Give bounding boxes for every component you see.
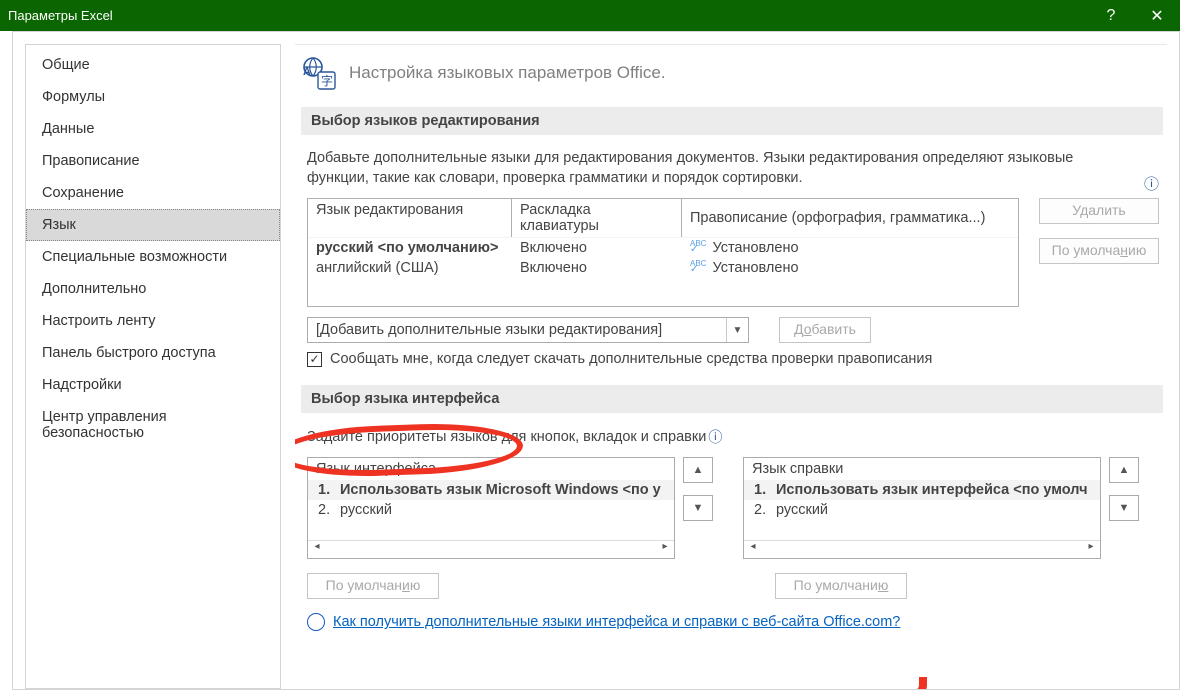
cell-lang: английский (США): [308, 258, 512, 278]
main-panel: 字 A Настройка языковых параметров Office…: [295, 44, 1167, 689]
list-item[interactable]: 1.Использовать язык Microsoft Windows <п…: [308, 480, 674, 500]
cell-lang: русский <по умолчанию>: [308, 238, 512, 258]
info-icon[interactable]: ⓘ: [708, 427, 722, 447]
sidebar-item[interactable]: Специальные возможности: [26, 241, 280, 273]
close-button[interactable]: ✕: [1134, 0, 1180, 31]
sidebar-item[interactable]: Центр управления безопасностью: [26, 401, 280, 449]
sidebar-item[interactable]: Правописание: [26, 145, 280, 177]
list-item[interactable]: 2.русский: [308, 500, 674, 520]
table-buttons: Удалить По умолчанию: [1039, 198, 1159, 307]
set-default-button[interactable]: По умолчанию: [1039, 238, 1159, 264]
spellcheck-icon: ABC: [690, 241, 706, 253]
page-title: Настройка языковых параметров Office.: [349, 63, 666, 83]
titlebar: Параметры Excel ? ✕: [0, 0, 1180, 31]
hscroll[interactable]: ◂▸: [308, 540, 674, 558]
sidebar-item[interactable]: Панель быстрого доступа: [26, 337, 280, 369]
edit-lang-table-wrap: Язык редактирования Раскладка клавиатуры…: [307, 198, 1163, 307]
add-button[interactable]: Добавить: [779, 317, 871, 343]
cell-spell: ABCУстановлено: [682, 258, 1018, 278]
reorder-buttons: ▲ ▼: [1109, 457, 1139, 559]
list-body: 1.Использовать язык интерфейса <по умолч…: [744, 480, 1100, 520]
hscroll[interactable]: ◂▸: [744, 540, 1100, 558]
cell-layout: Включено: [512, 238, 682, 258]
more-languages-link[interactable]: Как получить дополнительные языки интерф…: [333, 614, 900, 630]
list-item[interactable]: 2.русский: [744, 500, 1100, 520]
more-languages-link-row: Как получить дополнительные языки интерф…: [307, 613, 1163, 631]
sidebar-item[interactable]: Надстройки: [26, 369, 280, 401]
help-lang-list[interactable]: Язык справки 1.Использовать язык интерфе…: [743, 457, 1101, 559]
col-layout: Раскладка клавиатуры: [512, 199, 682, 237]
table-row[interactable]: английский (США)ВключеноABCУстановлено: [308, 258, 1018, 278]
checkbox-icon[interactable]: ✓: [307, 352, 322, 367]
annotation-underline-tail: [905, 677, 927, 689]
info-icon[interactable]: ⓘ: [1144, 173, 1159, 194]
list-head: Язык интерфейса: [308, 458, 674, 480]
edit-languages-desc: Добавьте дополнительные языки для редакт…: [307, 149, 1127, 188]
checkbox-label: Сообщать мне, когда следует скачать допо…: [330, 351, 932, 367]
sidebar-item[interactable]: Настроить ленту: [26, 305, 280, 337]
ui-language-lists: Язык интерфейса 1.Использовать язык Micr…: [307, 457, 1163, 559]
chevron-down-icon[interactable]: ▼: [726, 318, 748, 342]
move-up-button[interactable]: ▲: [683, 457, 713, 483]
combo-text: [Добавить дополнительные языки редактиро…: [308, 322, 726, 338]
list-head: Язык справки: [744, 458, 1100, 480]
display-lang-col: Язык интерфейса 1.Использовать язык Micr…: [307, 457, 713, 559]
table-row[interactable]: русский <по умолчанию>ВключеноABCУстанов…: [308, 238, 1018, 258]
list-item[interactable]: 1.Использовать язык интерфейса <по умолч: [744, 480, 1100, 500]
add-language-combo[interactable]: [Добавить дополнительные языки редактиро…: [307, 317, 749, 343]
reorder-buttons: ▲ ▼: [683, 457, 713, 559]
add-language-row: [Добавить дополнительные языки редактиро…: [307, 317, 1163, 343]
notify-checkbox-row[interactable]: ✓ Сообщать мне, когда следует скачать до…: [307, 351, 1163, 367]
move-down-button[interactable]: ▼: [683, 495, 713, 521]
window-title: Параметры Excel: [8, 8, 1088, 23]
help-default-button[interactable]: По умолчанию: [775, 573, 907, 599]
sidebar-item[interactable]: Общие: [26, 49, 280, 81]
page-header: 字 A Настройка языковых параметров Office…: [301, 55, 1163, 91]
globe-icon: [307, 613, 325, 631]
svg-text:字: 字: [321, 73, 333, 88]
table-header: Язык редактирования Раскладка клавиатуры…: [308, 199, 1018, 238]
move-up-button[interactable]: ▲: [1109, 457, 1139, 483]
move-down-button[interactable]: ▼: [1109, 495, 1139, 521]
sidebar-item[interactable]: Сохранение: [26, 177, 280, 209]
default-buttons-row: По умолчанию По умолчанию: [307, 573, 1163, 599]
display-lang-list[interactable]: Язык интерфейса 1.Использовать язык Micr…: [307, 457, 675, 559]
svg-text:A: A: [303, 66, 311, 78]
sidebar-item[interactable]: Формулы: [26, 81, 280, 113]
remove-button[interactable]: Удалить: [1039, 198, 1159, 224]
help-lang-col: Язык справки 1.Использовать язык интерфе…: [743, 457, 1139, 559]
help-button[interactable]: ?: [1088, 0, 1134, 31]
language-icon: 字 A: [301, 55, 337, 91]
sidebar-item[interactable]: Данные: [26, 113, 280, 145]
dialog-body: ОбщиеФормулыДанныеПравописаниеСохранение…: [12, 31, 1180, 690]
sidebar-item[interactable]: Язык: [26, 209, 280, 241]
cell-spell: ABCУстановлено: [682, 238, 1018, 258]
edit-lang-table[interactable]: Язык редактирования Раскладка клавиатуры…: [307, 198, 1019, 307]
col-lang: Язык редактирования: [308, 199, 512, 237]
cell-layout: Включено: [512, 258, 682, 278]
col-spell: Правописание (орфография, грамматика...): [682, 199, 1018, 237]
display-default-button[interactable]: По умолчанию: [307, 573, 439, 599]
table-body: русский <по умолчанию>ВключеноABCУстанов…: [308, 238, 1018, 306]
ui-language-desc: Задайте приоритеты языков для кнопок, вк…: [307, 427, 1163, 447]
spellcheck-icon: ABC: [690, 261, 706, 273]
sidebar: ОбщиеФормулыДанныеПравописаниеСохранение…: [25, 44, 281, 689]
section-ui-language: Выбор языка интерфейса: [301, 385, 1163, 413]
section-edit-languages: Выбор языков редактирования: [301, 107, 1163, 135]
list-body: 1.Использовать язык Microsoft Windows <п…: [308, 480, 674, 520]
sidebar-item[interactable]: Дополнительно: [26, 273, 280, 305]
